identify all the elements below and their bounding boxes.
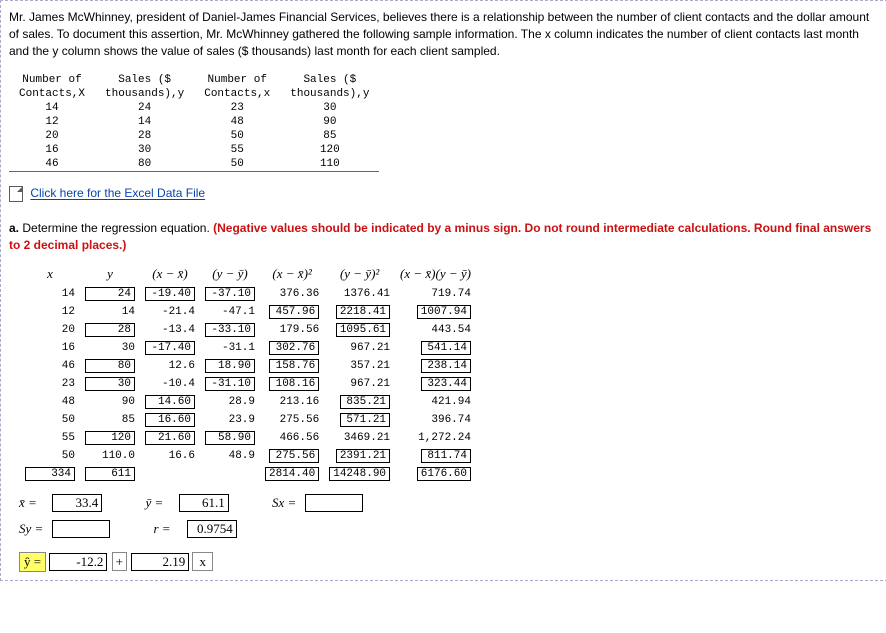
col-xd: (x − x̄) [141,264,199,284]
table-row: 2330-10.4-31.10108.16967.21323.44 [21,376,475,392]
table-row: 1630-17.40-31.1302.76967.21541.14 [21,340,475,356]
table-row: 50110.016.648.9275.562391.21811.74 [21,448,475,464]
totals-row: 334 611 2814.40 14248.90 6176.60 [21,466,475,482]
r-input[interactable]: 0.9754 [187,520,237,538]
table-row: 1424-19.40-37.10376.361376.41719.74 [21,286,475,302]
table-row: 468012.618.90158.76357.21238.14 [21,358,475,374]
sx-input[interactable] [305,494,363,512]
xbar-input[interactable]: 33.4 [52,494,102,512]
sample-data-table: Number ofSales ($Number ofSales ($ Conta… [9,73,379,172]
table-row: 508516.6023.9275.56571.21396.74 [21,412,475,428]
x-suffix: x [192,552,213,571]
sy-input[interactable] [52,520,110,538]
table-row: 5512021.6058.90466.563469.211,272.24 [21,430,475,446]
plus-sign: + [112,552,127,571]
calc-table: x y (x − x̄) (y − ȳ) (x − x̄)² (y − ȳ)² … [19,262,477,484]
file-icon [9,186,23,202]
col-x: x [21,264,79,284]
table-row: 1214-21.4-47.1457.962218.411007.94 [21,304,475,320]
yhat-label: ŷ = [19,552,46,572]
excel-data-link[interactable]: Click here for the Excel Data File [30,187,205,201]
col-yd2: (y − ȳ)² [325,264,394,284]
table-row: 2028-13.4-33.10179.561095.61443.54 [21,322,475,338]
table-row: 489014.6028.9213.16835.21421.94 [21,394,475,410]
question-a: a. Determine the regression equation. (N… [9,220,879,254]
col-y: y [81,264,139,284]
slope-input[interactable]: 2.19 [131,553,189,571]
col-xy: (x − x̄)(y − ȳ) [396,264,475,284]
ybar-input[interactable]: 61.1 [179,494,229,512]
excel-link-row: Click here for the Excel Data File [9,186,879,202]
intercept-input[interactable]: -12.2 [49,553,107,571]
col-xd2: (x − x̄)² [261,264,323,284]
col-yd: (y − ȳ) [201,264,259,284]
problem-intro: Mr. James McWhinney, president of Daniel… [9,9,879,59]
